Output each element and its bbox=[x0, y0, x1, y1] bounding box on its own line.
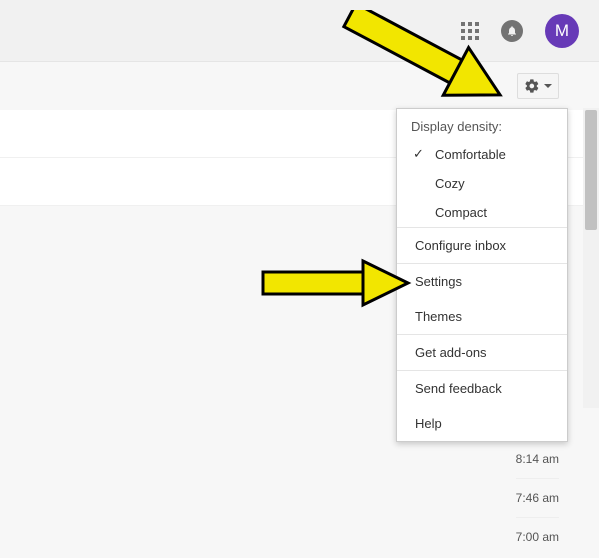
settings-menu-item[interactable]: Settings bbox=[397, 264, 567, 299]
settings-dropdown: Display density: Comfortable Cozy Compac… bbox=[396, 108, 568, 442]
get-addons-menu-item[interactable]: Get add-ons bbox=[397, 335, 567, 370]
timestamps-column: 8:14 am 7:46 am 7:00 am bbox=[516, 440, 559, 556]
timestamp: 8:14 am bbox=[516, 440, 559, 478]
settings-gear-button[interactable] bbox=[517, 73, 559, 99]
help-menu-item[interactable]: Help bbox=[397, 406, 567, 441]
timestamp: 7:46 am bbox=[516, 478, 559, 517]
avatar[interactable]: M bbox=[545, 14, 579, 48]
configure-inbox[interactable]: Configure inbox bbox=[397, 228, 567, 263]
annotation-arrow-icon bbox=[258, 258, 418, 308]
gear-icon bbox=[524, 78, 540, 94]
dropdown-header: Display density: bbox=[397, 109, 567, 140]
density-compact[interactable]: Compact bbox=[397, 198, 567, 227]
timestamp: 7:00 am bbox=[516, 517, 559, 556]
send-feedback-menu-item[interactable]: Send feedback bbox=[397, 371, 567, 406]
chevron-down-icon bbox=[544, 84, 552, 88]
themes-menu-item[interactable]: Themes bbox=[397, 299, 567, 334]
density-cozy[interactable]: Cozy bbox=[397, 169, 567, 198]
density-comfortable[interactable]: Comfortable bbox=[397, 140, 567, 169]
avatar-letter: M bbox=[555, 21, 569, 41]
scrollbar[interactable] bbox=[583, 108, 599, 408]
annotation-arrow-icon bbox=[330, 10, 520, 100]
scroll-thumb[interactable] bbox=[585, 110, 597, 230]
